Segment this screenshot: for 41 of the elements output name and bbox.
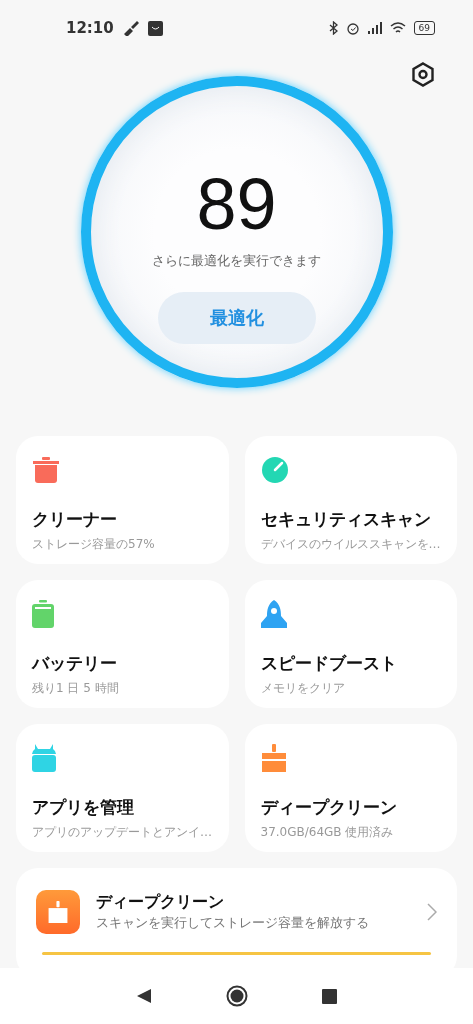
battery-icon xyxy=(32,600,54,628)
signal-icon xyxy=(367,22,382,34)
score-value: 89 xyxy=(196,164,277,244)
bluetooth-icon xyxy=(328,21,338,35)
feature-card[interactable]: アプリを管理 アプリのアップデートとアンイ… xyxy=(16,724,229,852)
card-title: クリーナー xyxy=(32,508,118,531)
deep-clean-banner[interactable]: ディープクリーン スキャンを実行してストレージ容量を解放する xyxy=(16,868,457,968)
card-subtitle: 残り1 日 5 時間 xyxy=(32,680,120,697)
home-icon[interactable] xyxy=(226,985,248,1007)
card-subtitle: メモリをクリア xyxy=(260,680,346,697)
score-message: さらに最適化を実行できます xyxy=(152,252,321,270)
banner-subtitle: スキャンを実行してストレージ容量を解放する xyxy=(96,915,370,932)
broom-icon xyxy=(47,901,69,923)
bag-icon xyxy=(147,20,163,36)
feature-card[interactable]: クリーナー ストレージ容量の57% xyxy=(16,436,229,564)
feature-card[interactable]: スピードブースト メモリをクリア xyxy=(244,580,457,708)
feature-card[interactable]: セキュリティスキャン デバイスのウイルススキャンを… xyxy=(244,436,457,564)
card-title: セキュリティスキャン xyxy=(260,508,432,531)
card-title: バッテリー xyxy=(32,652,118,675)
banner-title: ディープクリーン xyxy=(96,892,225,913)
android-icon xyxy=(32,744,56,772)
rocket-icon xyxy=(260,600,287,628)
card-subtitle: アプリのアップデートとアンイ… xyxy=(32,824,213,841)
battery-level: 69 xyxy=(413,21,435,35)
trash-icon xyxy=(32,456,60,484)
card-title: アプリを管理 xyxy=(32,796,135,819)
recents-icon[interactable] xyxy=(322,988,337,1004)
settings-icon[interactable] xyxy=(411,62,435,88)
card-subtitle: ストレージ容量の57% xyxy=(32,536,156,553)
card-subtitle: デバイスのウイルススキャンを… xyxy=(260,536,442,553)
feature-card[interactable]: ディープクリーン 37.0GB/64GB 使用済み xyxy=(244,724,457,852)
wifi-icon xyxy=(389,21,406,35)
broom-icon xyxy=(260,744,287,772)
chevron-icon xyxy=(427,903,437,921)
card-subtitle: 37.0GB/64GB 使用済み xyxy=(260,824,395,841)
status-time: 12:10 xyxy=(66,19,114,37)
card-title: ディープクリーン xyxy=(260,796,398,819)
card-title: スピードブースト xyxy=(260,652,398,675)
feature-card[interactable]: バッテリー 残り1 日 5 時間 xyxy=(16,580,229,708)
gauge-icon xyxy=(260,456,289,484)
back-icon[interactable] xyxy=(136,988,152,1004)
